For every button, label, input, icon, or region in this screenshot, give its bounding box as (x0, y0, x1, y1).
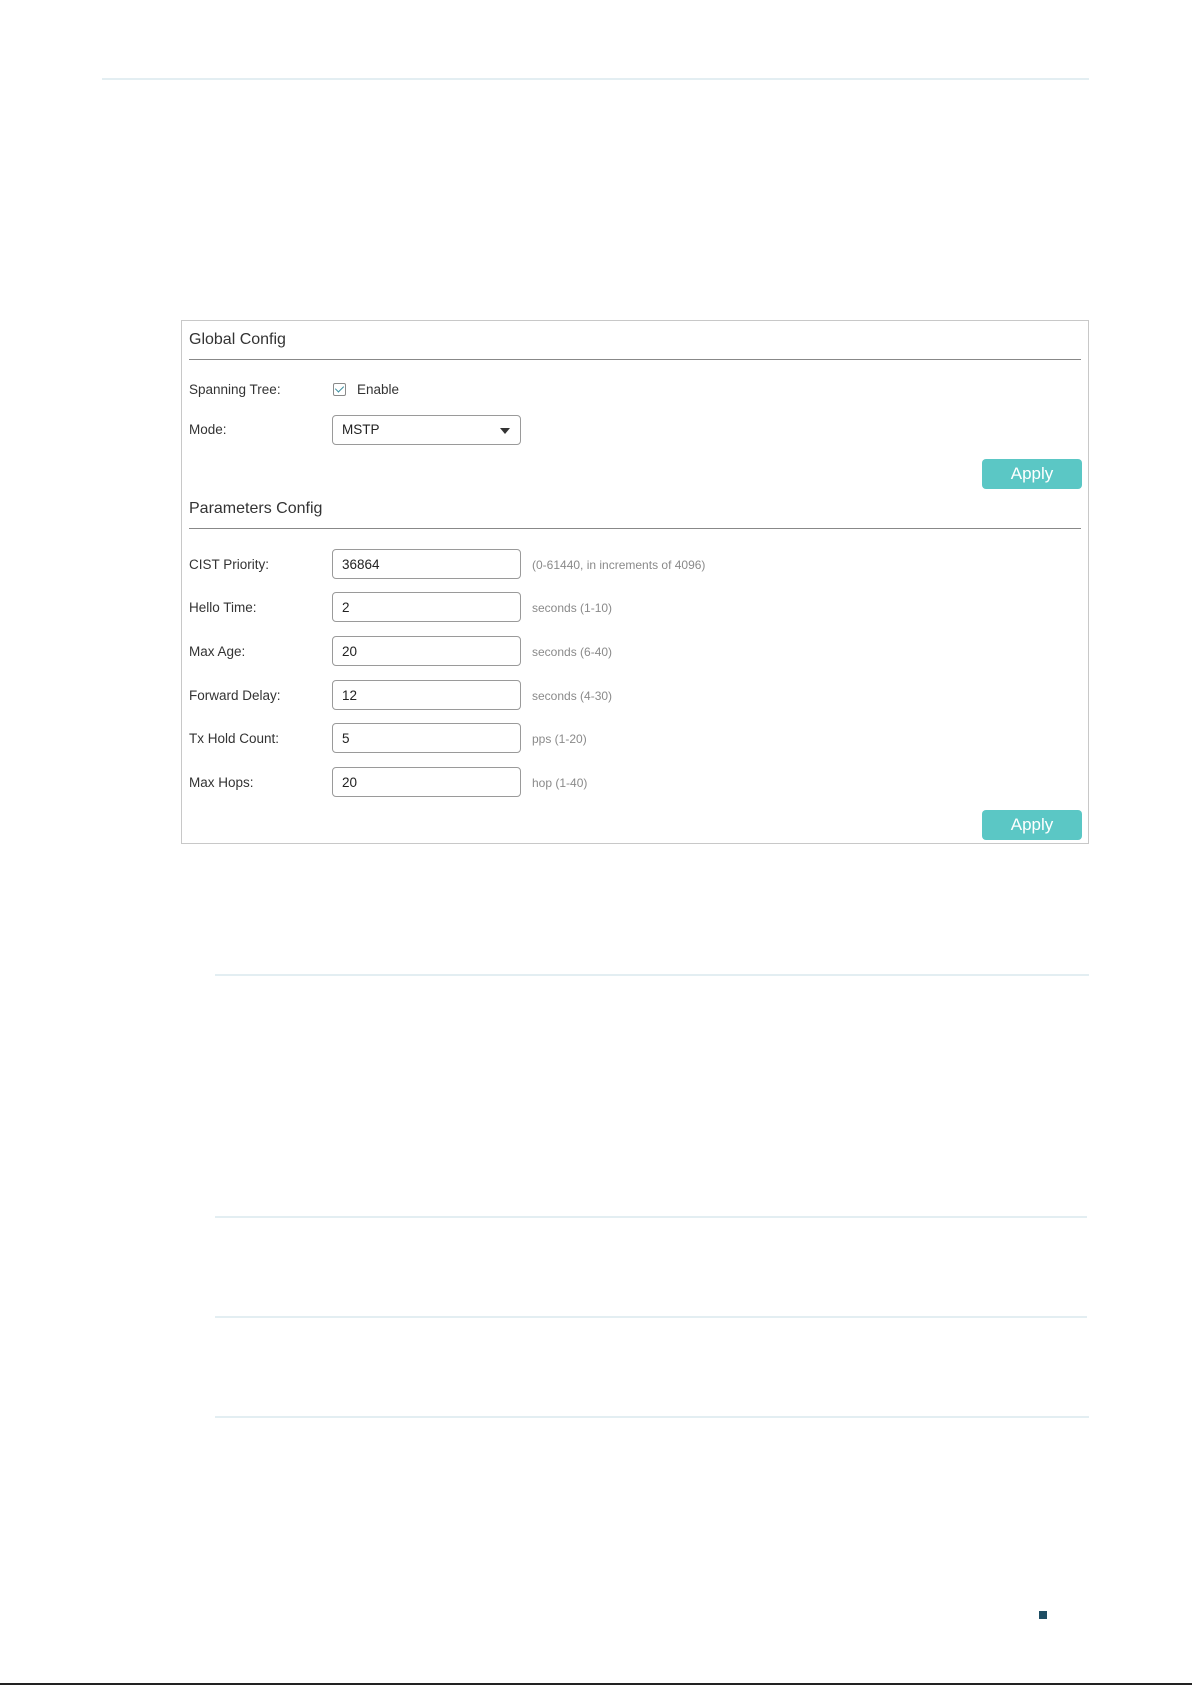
table-rule-4 (215, 1416, 1089, 1418)
mode-select-value: MSTP (342, 422, 380, 437)
table-rule-3 (215, 1316, 1087, 1318)
table-rule-2 (215, 1216, 1087, 1218)
spanning-tree-config-panel: Global Config Spanning Tree: Enable Mode… (181, 320, 1089, 844)
max-age-input[interactable] (332, 636, 521, 666)
mode-label: Mode: (189, 422, 227, 437)
hello-time-label: Hello Time: (189, 600, 257, 615)
max-age-hint: seconds (6-40) (532, 645, 613, 659)
parameters-config-apply-button[interactable]: Apply (982, 810, 1082, 840)
parameters-config-title: Parameters Config (189, 500, 323, 517)
forward-delay-hint: seconds (4-30) (532, 689, 613, 703)
forward-delay-label: Forward Delay: (189, 688, 281, 703)
cist-priority-label: CIST Priority: (189, 557, 270, 572)
hello-time-hint: seconds (1-10) (532, 601, 613, 615)
tx-hold-count-input[interactable] (332, 723, 521, 753)
cist-priority-input[interactable] (332, 549, 521, 579)
max-hops-input[interactable] (332, 767, 521, 797)
table-rule-1 (215, 974, 1089, 976)
spanning-tree-label: Spanning Tree: (189, 382, 281, 397)
mode-select[interactable]: MSTP (332, 415, 521, 445)
global-config-apply-button[interactable]: Apply (982, 459, 1082, 489)
cist-priority-hint: (0-61440, in increments of 4096) (532, 558, 706, 572)
page-marker-icon (1039, 1611, 1047, 1619)
spanning-tree-enable-checkbox[interactable] (333, 383, 346, 396)
forward-delay-input[interactable] (332, 680, 521, 710)
global-config-divider (189, 359, 1081, 360)
max-hops-label: Max Hops: (189, 775, 254, 790)
page-header-rule (102, 78, 1089, 80)
tx-hold-count-hint: pps (1-20) (532, 732, 587, 746)
spanning-tree-enable-label[interactable]: Enable (357, 382, 399, 397)
max-hops-hint: hop (1-40) (532, 776, 588, 790)
max-age-label: Max Age: (189, 644, 246, 659)
global-config-title: Global Config (189, 331, 286, 348)
tx-hold-count-label: Tx Hold Count: (189, 731, 280, 746)
parameters-config-divider (189, 528, 1081, 529)
hello-time-input[interactable] (332, 592, 521, 622)
chevron-down-icon (500, 428, 510, 434)
